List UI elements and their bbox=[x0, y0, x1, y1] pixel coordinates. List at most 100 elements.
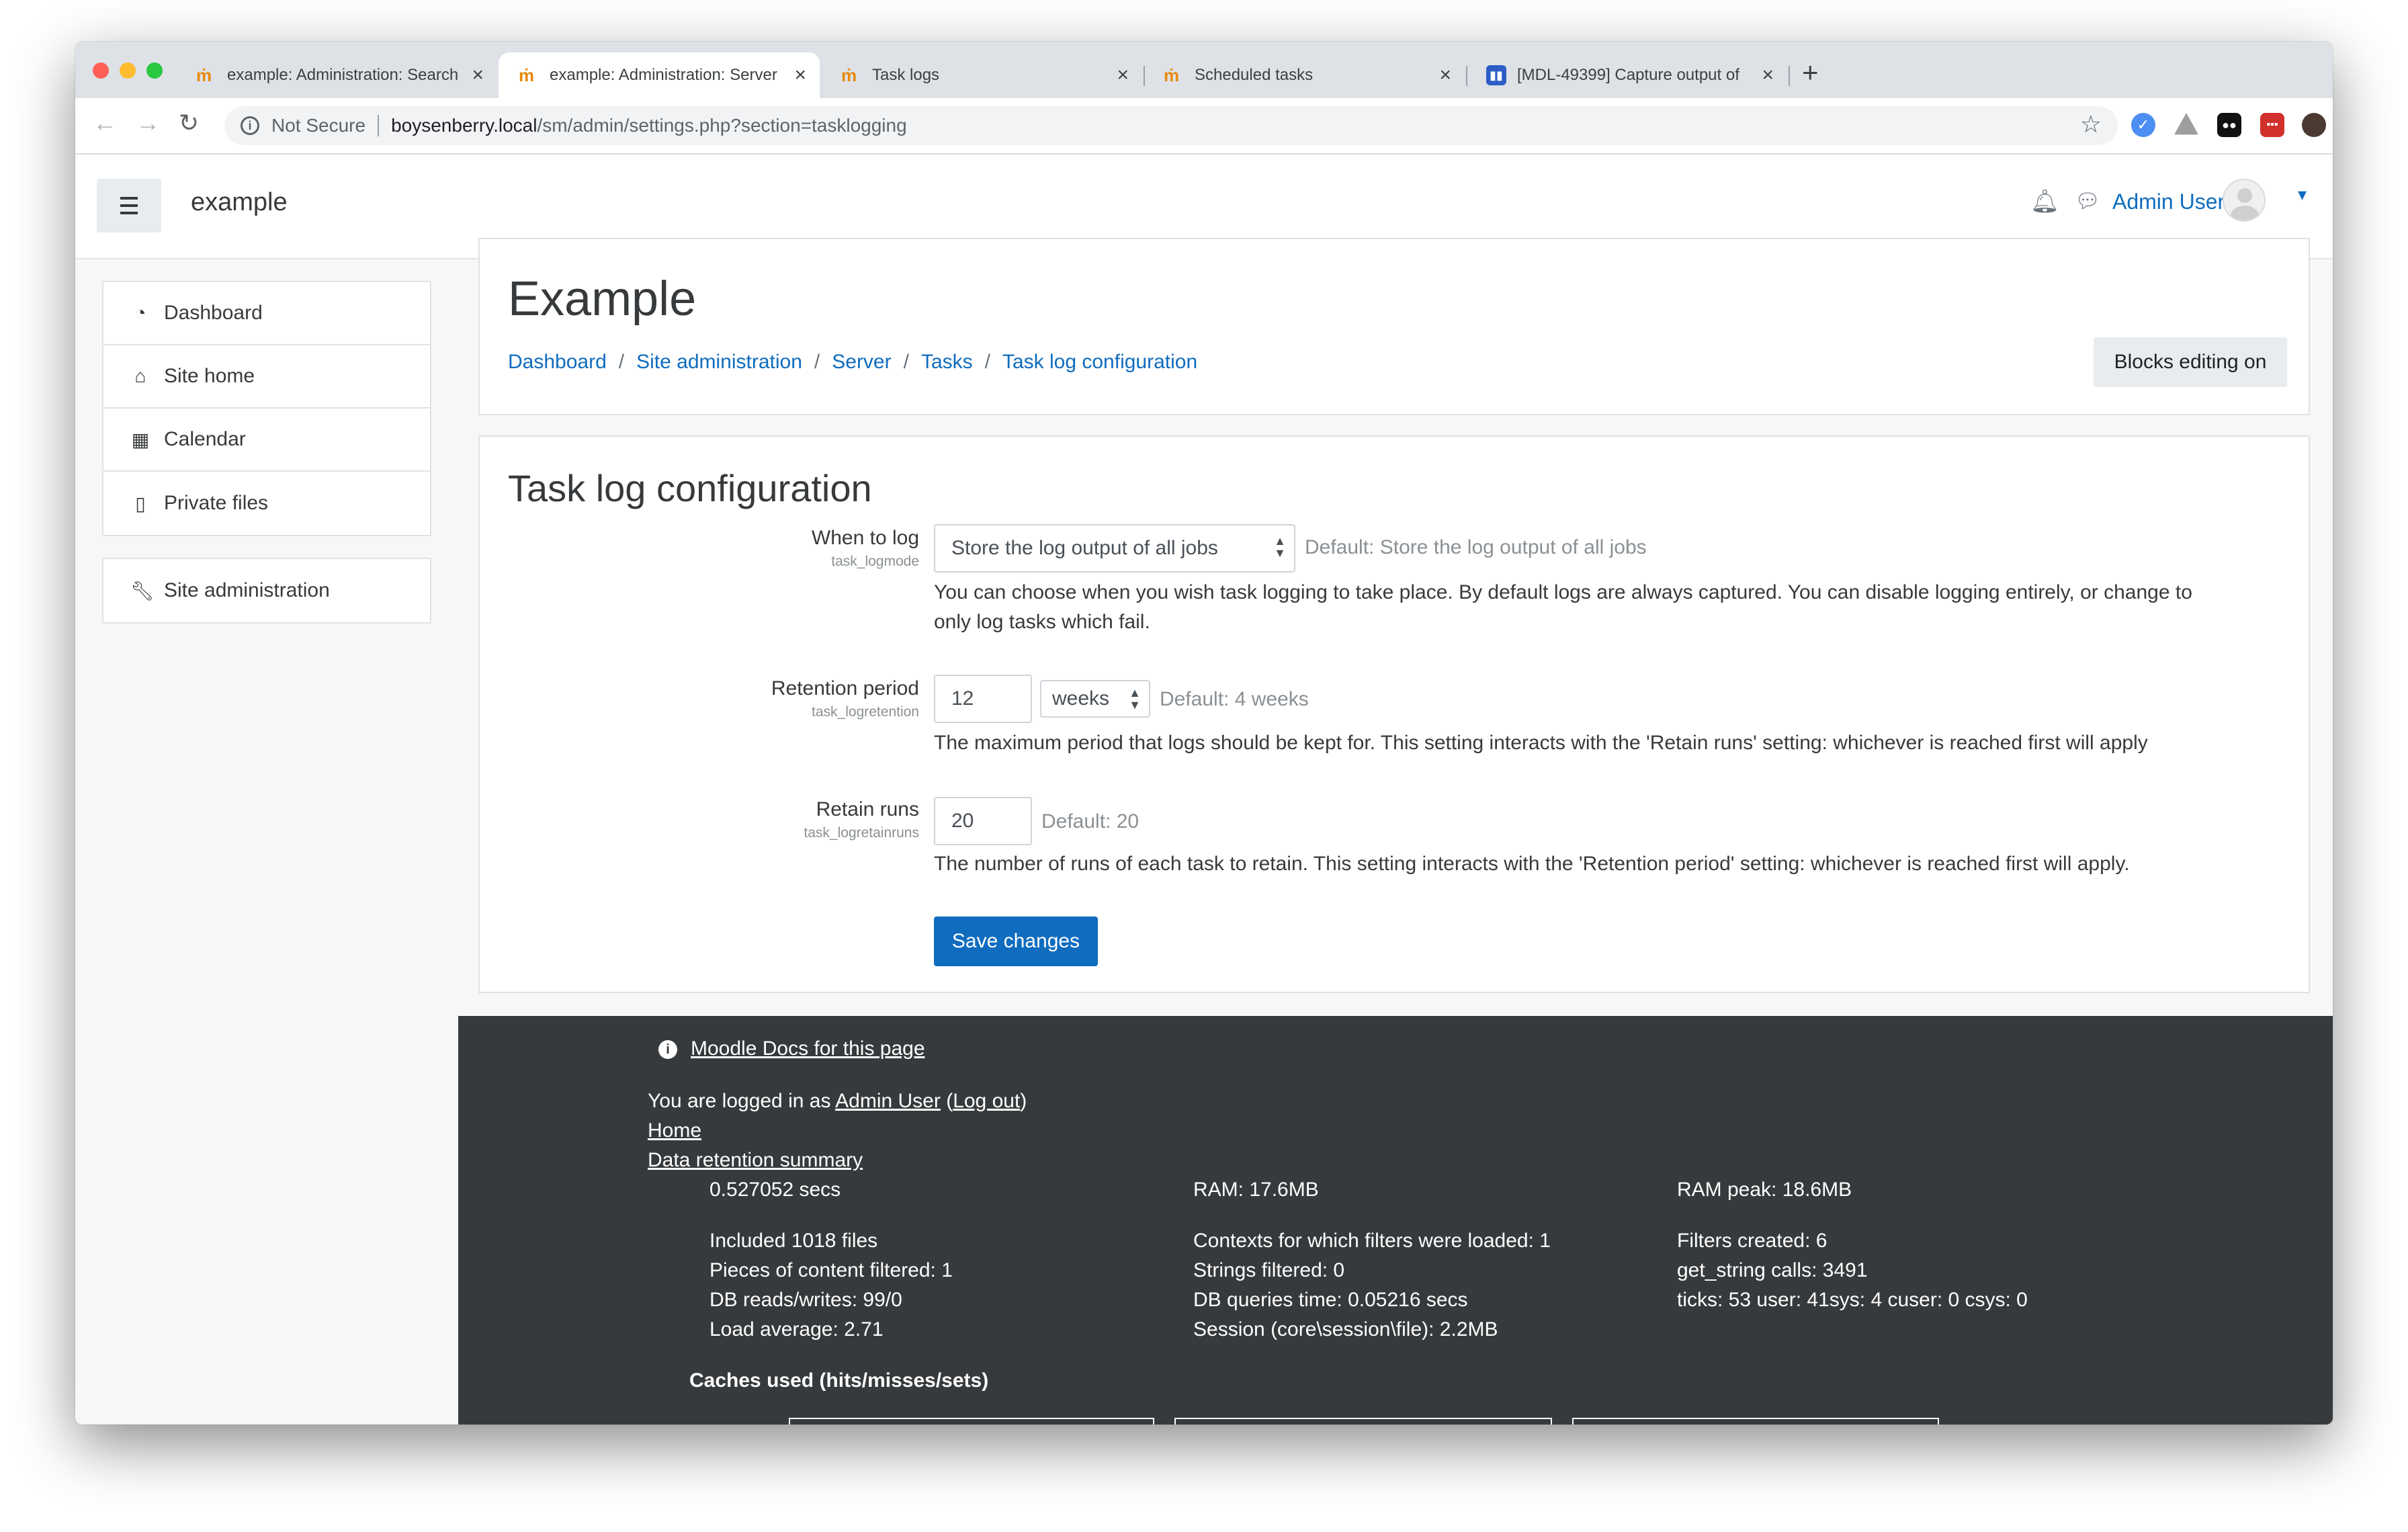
messages-chat-icon[interactable]: 💬︎ bbox=[2075, 189, 2100, 213]
notifications-bell-icon[interactable]: 🔔︎ bbox=[2030, 188, 2059, 215]
extension-drive-icon[interactable] bbox=[2174, 113, 2198, 135]
nav-item-site-administration[interactable]: 🔧︎ Site administration bbox=[103, 559, 430, 622]
logmode-default: Default: Store the log output of all job… bbox=[1305, 536, 1647, 558]
perf-ram: RAM: 17.6MB bbox=[1193, 1179, 1319, 1201]
user-avatar[interactable] bbox=[2223, 179, 2266, 222]
moodle-favicon-icon: ṁ bbox=[841, 65, 857, 85]
perf-db-reads-writes: DB reads/writes: 99/0 bbox=[710, 1289, 902, 1311]
moodle-favicon-icon: ṁ bbox=[519, 65, 535, 85]
forward-arrow-icon[interactable]: → bbox=[136, 109, 160, 137]
address-bar[interactable]: i Not Secure boysenberry.local/sm/admin/… bbox=[224, 106, 2118, 145]
logout-link[interactable]: Log out bbox=[953, 1090, 1020, 1112]
footer-home-row: Home bbox=[648, 1119, 701, 1142]
cache-table-box bbox=[1174, 1418, 1552, 1424]
nav-item-dashboard[interactable]: ◔ Dashboard bbox=[103, 282, 430, 345]
browser-tab-scheduled-tasks[interactable]: ṁ Scheduled tasks × bbox=[1144, 52, 1465, 98]
logged-in-prefix: You are logged in as bbox=[648, 1090, 831, 1112]
close-tab-icon[interactable]: × bbox=[794, 64, 806, 87]
nav-item-label: Site administration bbox=[164, 579, 330, 601]
logmode-key: task_logmode bbox=[831, 554, 919, 569]
perf-strings-filtered: Strings filtered: 0 bbox=[1193, 1259, 1345, 1281]
save-changes-button[interactable]: Save changes bbox=[934, 917, 1098, 966]
profile-avatar-icon[interactable] bbox=[2302, 113, 2326, 137]
logmode-select[interactable]: Store the log output of all jobs ▲ ▼ bbox=[934, 524, 1295, 572]
user-menu-caret-icon[interactable]: ▾ bbox=[2298, 184, 2307, 205]
tab-separator bbox=[1789, 66, 1790, 86]
minimize-window-button[interactable] bbox=[120, 62, 136, 79]
nav-item-site-home[interactable]: ⌂ Site home bbox=[103, 345, 430, 409]
back-arrow-icon[interactable]: ← bbox=[93, 109, 117, 137]
home-link[interactable]: Home bbox=[648, 1119, 701, 1142]
user-menu-name[interactable]: Admin User bbox=[2112, 189, 2225, 214]
extension-tampermonkey-icon[interactable]: ●● bbox=[2217, 113, 2241, 137]
nav-item-private-files[interactable]: ▯ Private files bbox=[103, 472, 430, 535]
breadcrumb-dashboard[interactable]: Dashboard bbox=[508, 351, 607, 374]
breadcrumb-tasks[interactable]: Tasks bbox=[921, 351, 973, 374]
retainruns-default: Default: 20 bbox=[1041, 810, 1140, 833]
moodle-docs-link[interactable]: Moodle Docs for this page bbox=[691, 1037, 925, 1060]
close-tab-icon[interactable]: × bbox=[1117, 64, 1129, 87]
url-path: /sm/admin/settings.php?section=taskloggi… bbox=[537, 115, 907, 136]
breadcrumb-separator: / bbox=[984, 351, 990, 373]
logmode-description-line: You can choose when you wish task loggin… bbox=[934, 581, 2192, 603]
breadcrumb-site-administration[interactable]: Site administration bbox=[636, 351, 802, 374]
nav-item-label: Dashboard bbox=[164, 302, 263, 324]
close-window-button[interactable] bbox=[93, 62, 109, 79]
perf-ticks: ticks: 53 user: 41sys: 4 cuser: 0 csys: … bbox=[1677, 1289, 2028, 1311]
extension-blue-icon[interactable]: ✓ bbox=[2131, 113, 2155, 137]
breadcrumb-server[interactable]: Server bbox=[832, 351, 891, 374]
drawer-toggle-hamburger-icon[interactable] bbox=[97, 179, 161, 232]
blocks-editing-on-button[interactable]: Blocks editing on bbox=[2094, 337, 2287, 387]
url-text: boysenberry.local/sm/admin/settings.php?… bbox=[391, 115, 907, 136]
nav-item-calendar[interactable]: ▦ Calendar bbox=[103, 409, 430, 472]
security-label: Not Secure bbox=[271, 115, 366, 136]
browser-tab-server[interactable]: ṁ example: Administration: Server × bbox=[499, 52, 820, 98]
retainruns-description: The number of runs of each task to retai… bbox=[934, 853, 2130, 875]
settings-form-card: Task log configuration When to log task_… bbox=[478, 435, 2310, 993]
logmode-description-line: only log tasks which fail. bbox=[934, 611, 1150, 633]
retainruns-key: task_logretainruns bbox=[804, 825, 919, 841]
retainruns-label-group: Retain runs task_logretainruns bbox=[804, 798, 919, 841]
wrench-icon: 🔧︎ bbox=[130, 580, 155, 601]
close-tab-icon[interactable]: × bbox=[1439, 64, 1451, 87]
perf-get-string-calls: get_string calls: 3491 bbox=[1677, 1259, 1868, 1281]
retention-key: task_logretention bbox=[812, 704, 919, 720]
site-info-icon[interactable]: i bbox=[241, 116, 259, 135]
reload-icon[interactable]: ↻ bbox=[179, 109, 199, 137]
logged-in-user-link[interactable]: Admin User bbox=[835, 1090, 941, 1112]
select-arrows-icon: ▲ ▼ bbox=[1274, 534, 1286, 560]
tab-title: example: Administration: Search bbox=[227, 66, 459, 84]
new-tab-plus-icon[interactable]: + bbox=[1802, 56, 1819, 89]
retainruns-input[interactable]: 20 bbox=[934, 797, 1032, 845]
url-host: boysenberry.local bbox=[391, 115, 538, 136]
close-tab-icon[interactable]: × bbox=[472, 64, 484, 87]
close-tab-icon[interactable]: × bbox=[1762, 64, 1774, 87]
footer-data-retention-row: Data retention summary bbox=[648, 1149, 863, 1172]
browser-tab-task-logs[interactable]: ṁ Task logs × bbox=[821, 52, 1142, 98]
logmode-description: You can choose when you wish task loggin… bbox=[934, 578, 2192, 637]
perf-session: Session (core\session\file): 2.2MB bbox=[1193, 1318, 1498, 1340]
breadcrumb-separator: / bbox=[903, 351, 909, 373]
file-icon: ▯ bbox=[135, 493, 146, 514]
browser-toolbar: ← → ↻ i Not Secure boysenberry.local/sm/… bbox=[75, 98, 2333, 155]
retention-label-group: Retention period task_logretention bbox=[771, 677, 919, 720]
retention-value-input[interactable]: 12 bbox=[934, 675, 1032, 723]
data-retention-summary-link[interactable]: Data retention summary bbox=[648, 1149, 863, 1171]
browser-menu-icon[interactable]: ⋮ bbox=[2330, 109, 2333, 137]
retention-unit-select[interactable]: weeks ▲ ▼ bbox=[1040, 680, 1150, 718]
logmode-label-group: When to log task_logmode bbox=[812, 527, 919, 570]
zoom-window-button[interactable] bbox=[146, 62, 163, 79]
logmode-selected-value: Store the log output of all jobs bbox=[951, 537, 1218, 559]
extension-red-icon[interactable]: ▪▪▪ bbox=[2260, 113, 2284, 137]
bookmark-star-icon[interactable]: ☆ bbox=[2080, 110, 2102, 138]
info-circle-icon: i bbox=[658, 1040, 677, 1060]
breadcrumb-task-log-configuration[interactable]: Task log configuration bbox=[1002, 351, 1197, 374]
url-separator bbox=[378, 115, 380, 136]
breadcrumb-separator: / bbox=[814, 351, 820, 373]
browser-tab-mdl-49399[interactable]: ▮▮ [MDL-49399] Capture output of × bbox=[1466, 52, 1787, 98]
perf-included-files: Included 1018 files bbox=[710, 1230, 878, 1252]
browser-tab-search[interactable]: ṁ example: Administration: Search × bbox=[176, 52, 497, 98]
site-name[interactable]: example bbox=[191, 188, 288, 217]
home-icon: ⌂ bbox=[134, 366, 146, 386]
docs-link-row: i Moodle Docs for this page bbox=[658, 1037, 925, 1060]
